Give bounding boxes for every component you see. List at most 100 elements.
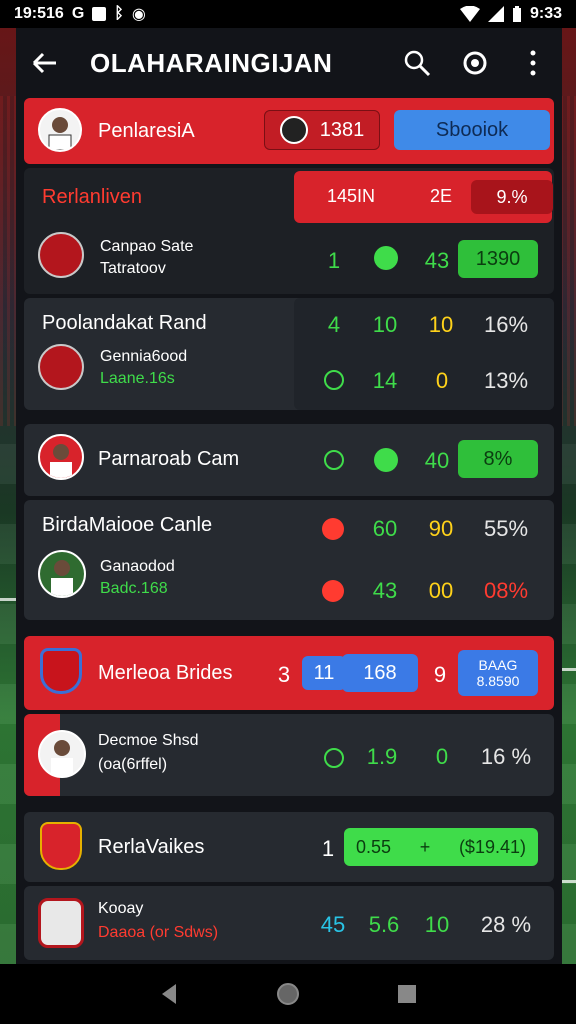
search-icon[interactable] bbox=[402, 48, 432, 78]
row-title: Decmoe Shsd bbox=[98, 732, 199, 749]
ball-icon bbox=[374, 448, 398, 472]
pitch-line bbox=[562, 880, 576, 883]
row-value: 13% bbox=[483, 368, 529, 393]
club-crest-icon bbox=[40, 822, 82, 870]
status-time-left: 19:516 bbox=[14, 5, 64, 22]
row-title: RerlaVaikes bbox=[98, 836, 205, 858]
row-value: 55% bbox=[483, 516, 529, 541]
row-value: 3 bbox=[277, 662, 291, 687]
row-title: Poolandakat Rand bbox=[42, 312, 207, 334]
pitch-line bbox=[0, 598, 16, 601]
avatar bbox=[38, 434, 84, 480]
player-name: PenlaresiA bbox=[98, 120, 195, 142]
row-subtitle: Laane.16s bbox=[100, 370, 175, 387]
avatar bbox=[38, 108, 82, 152]
recents-nav-icon[interactable] bbox=[396, 983, 418, 1005]
stat-value: 2E bbox=[429, 186, 453, 206]
row-title: Gennia6ood bbox=[100, 348, 188, 365]
row-subtitle: Daaoa (or Sdws) bbox=[98, 924, 219, 941]
odds-value: 8.8590 bbox=[476, 673, 520, 689]
club-crest-icon bbox=[38, 232, 84, 278]
row-value: 9 bbox=[433, 662, 447, 687]
app-window: OLAHARAINGIJAN PenlaresiA 1381 Sbooiok R… bbox=[16, 28, 562, 964]
odds-button[interactable]: 0.55 + ($19.41) bbox=[344, 828, 538, 866]
row-value: 1.9 bbox=[366, 744, 398, 769]
club-crest-icon bbox=[38, 344, 84, 390]
row-title: Parnaroab Cam bbox=[98, 448, 240, 470]
row-title: BirdaMaiooe Canle bbox=[42, 514, 213, 536]
odds-button[interactable]: BAAG 8.8590 bbox=[458, 650, 538, 696]
camera-icon: ◉ bbox=[131, 6, 146, 23]
odds-separator: + bbox=[419, 836, 431, 857]
row-title: Canpao Sate bbox=[100, 238, 194, 255]
score-pill: 1381 bbox=[264, 110, 380, 150]
stat-value: 9.% bbox=[471, 180, 553, 214]
stat-value: 145IN bbox=[326, 186, 376, 206]
row-value: 1 bbox=[321, 836, 335, 861]
status-bar: 19:516 G ᛒ ◉ 9:33 bbox=[0, 0, 576, 28]
app-bar: OLAHARAINGIJAN bbox=[16, 28, 562, 98]
club-crest-icon bbox=[279, 116, 308, 144]
odds-label: BAAG bbox=[478, 657, 518, 673]
row-value: 16 % bbox=[480, 744, 532, 769]
alert-icon bbox=[322, 580, 344, 602]
row-card bbox=[24, 714, 554, 796]
row-value: 10 bbox=[424, 912, 450, 937]
odds-value: ($19.41) bbox=[458, 836, 526, 857]
section-title: Rerlanliven bbox=[42, 186, 143, 208]
pitch-line bbox=[562, 668, 576, 671]
row-value: 43 bbox=[424, 248, 450, 273]
avatar bbox=[38, 730, 86, 778]
settings-icon[interactable] bbox=[460, 48, 490, 78]
home-nav-icon[interactable] bbox=[275, 981, 301, 1007]
back-nav-icon[interactable] bbox=[158, 982, 180, 1006]
page-title: OLAHARAINGIJAN bbox=[90, 47, 333, 78]
row-value: 10 bbox=[428, 312, 454, 337]
avatar bbox=[38, 550, 86, 598]
row-value: 16% bbox=[483, 312, 529, 337]
alert-icon bbox=[322, 518, 344, 540]
row-value: 5.6 bbox=[368, 912, 400, 937]
wifi-icon bbox=[459, 6, 480, 22]
row-value: 40 bbox=[424, 448, 450, 473]
back-icon[interactable] bbox=[30, 48, 60, 78]
row-card bbox=[24, 886, 554, 960]
row-value: 168 bbox=[342, 654, 418, 692]
row-title: Merleoa Brides bbox=[98, 662, 233, 684]
row-value: 60 bbox=[372, 516, 398, 541]
club-crest-icon bbox=[40, 648, 82, 694]
action-button[interactable]: Sbooiok bbox=[394, 110, 550, 150]
score-value: 1381 bbox=[319, 118, 365, 141]
row-value: 08% bbox=[483, 578, 529, 603]
club-crest-icon bbox=[38, 898, 84, 948]
row-value: 1 bbox=[327, 248, 341, 273]
row-pill[interactable]: 8% bbox=[458, 440, 538, 478]
status-time-right: 9:33 bbox=[529, 5, 562, 22]
system-nav-bar bbox=[0, 964, 576, 1024]
bluetooth-icon: ᛒ bbox=[114, 5, 124, 22]
row-value: 4 bbox=[327, 312, 341, 337]
more-menu-icon[interactable] bbox=[518, 48, 548, 78]
battery-icon bbox=[512, 6, 521, 22]
row-title: Ganaodod bbox=[100, 558, 175, 575]
row-subtitle: Badc.168 bbox=[100, 580, 168, 597]
row-title: Kooay bbox=[98, 900, 144, 917]
google-icon: G bbox=[71, 5, 85, 22]
row-value: 14 bbox=[372, 368, 398, 393]
trend-icon bbox=[324, 748, 344, 768]
odds-value: 0.55 bbox=[356, 836, 392, 857]
ball-icon bbox=[374, 246, 398, 270]
row-value: 43 bbox=[372, 578, 398, 603]
row-value: 10 bbox=[372, 312, 398, 337]
signal-icon bbox=[487, 6, 504, 22]
row-value: 90 bbox=[428, 516, 454, 541]
row-pill[interactable]: 1390 bbox=[458, 240, 538, 278]
row-value: 45 bbox=[320, 912, 346, 937]
notification-icon bbox=[92, 7, 107, 21]
row-value: 00 bbox=[428, 578, 454, 603]
row-subtitle: (oa(6rffel) bbox=[98, 756, 168, 773]
row-value: 0 bbox=[435, 368, 449, 393]
trend-icon bbox=[324, 450, 344, 470]
row-value: 11 bbox=[302, 656, 346, 690]
row-subtitle: Tatratoov bbox=[100, 260, 166, 277]
